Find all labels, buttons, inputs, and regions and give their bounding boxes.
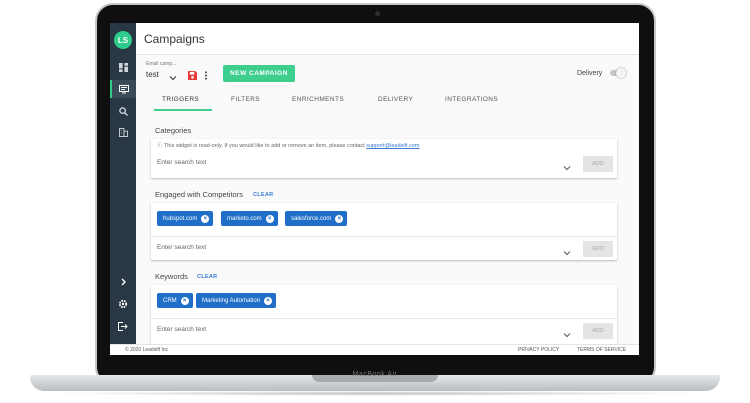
remove-chip-icon[interactable]: × <box>264 296 273 305</box>
categories-card: ⓘ This widget is read-only. If you would… <box>151 139 617 178</box>
top-bar: Campaigns <box>136 23 639 55</box>
tab-integrations[interactable]: INTEGRATIONS <box>445 96 498 103</box>
campaign-toolbar: Email camp... test NEW CAMPAIGN Delivery <box>136 56 639 88</box>
notice-text: This widget is read-only. If you would l… <box>163 143 367 149</box>
chip-marketo[interactable]: marketo.com × <box>221 211 278 226</box>
keywords-add-button[interactable]: ADD <box>583 323 613 339</box>
chip-label: marketo.com <box>227 215 262 222</box>
page-title: Campaigns <box>144 32 205 46</box>
new-campaign-button[interactable]: NEW CAMPAIGN <box>223 65 295 82</box>
keywords-search-input[interactable]: Enter search text <box>157 326 206 333</box>
keywords-title: Keywords <box>155 272 188 281</box>
chevron-down-icon[interactable] <box>169 69 177 87</box>
competitors-search-input[interactable]: Enter search text <box>157 244 206 251</box>
remove-chip-icon[interactable]: × <box>265 214 274 223</box>
keywords-clear-button[interactable]: CLEAR <box>197 274 217 280</box>
footer: © 2020 Leadsift Inc PRIVACY POLICY TERMS… <box>110 344 639 355</box>
toggle-knob <box>616 68 626 78</box>
tab-delivery[interactable]: DELIVERY <box>378 96 413 103</box>
model-label: MacBook Air <box>352 371 398 378</box>
info-icon: ⓘ <box>157 143 164 149</box>
campaigns-icon[interactable] <box>110 80 136 98</box>
tab-triggers[interactable]: TRIGGERS <box>162 96 199 103</box>
categories-title: Categories <box>155 126 192 135</box>
chip-marketing-automation[interactable]: Marketing Automation × <box>196 293 277 308</box>
save-icon[interactable] <box>188 67 197 85</box>
delivery-toggle[interactable] <box>610 68 626 78</box>
logout-icon[interactable] <box>110 317 136 335</box>
chevron-down-icon[interactable] <box>563 326 571 344</box>
laptop-shadow <box>40 391 710 396</box>
active-tab-indicator <box>154 109 212 111</box>
chevron-down-icon[interactable] <box>563 244 571 262</box>
chip-label: Marketing Automation <box>202 297 261 304</box>
competitors-title: Engaged with Competitors <box>155 190 243 199</box>
chip-label: CRM <box>163 297 177 304</box>
business-icon[interactable] <box>110 123 136 141</box>
chip-salesforce[interactable]: salesforce.com × <box>285 211 348 226</box>
sidebar: LS <box>110 23 136 355</box>
campaign-select-label: Email camp... <box>146 61 177 67</box>
support-email-link[interactable]: support@leadsift.com <box>366 143 419 149</box>
more-vert-icon[interactable] <box>204 67 208 85</box>
competitors-add-button[interactable]: ADD <box>583 241 613 257</box>
chevron-right-icon[interactable] <box>110 273 136 291</box>
webcam-icon <box>375 11 380 16</box>
dashboard-icon[interactable] <box>110 58 136 76</box>
competitors-clear-button[interactable]: CLEAR <box>253 192 273 198</box>
triggers-panel: Categories ⓘ This widget is read-only. I… <box>136 112 639 344</box>
chip-label: salesforce.com <box>291 215 332 222</box>
delivery-toggle-label: Delivery <box>577 70 603 77</box>
search-icon[interactable] <box>110 102 136 120</box>
chip-hubspot[interactable]: hubspot.com × <box>157 211 214 226</box>
app-screen: LS Campaigns Email camp... test NEW CAMP… <box>110 23 639 355</box>
chip-crm[interactable]: CRM × <box>157 293 193 308</box>
privacy-policy-link[interactable]: PRIVACY POLICY <box>518 347 559 353</box>
remove-chip-icon[interactable]: × <box>180 296 189 305</box>
remove-chip-icon[interactable]: × <box>335 214 344 223</box>
read-only-notice: ⓘ This widget is read-only. If you would… <box>157 141 420 149</box>
competitors-card: hubspot.com × marketo.com × salesforce.com… <box>151 203 617 260</box>
keywords-card: CRM × Marketing Automation × Enter search … <box>151 285 617 344</box>
tab-filters[interactable]: FILTERS <box>231 96 260 103</box>
categories-search-input[interactable]: Enter search text <box>157 159 206 166</box>
campaign-select[interactable]: test <box>146 70 159 79</box>
remove-chip-icon[interactable]: × <box>201 214 210 223</box>
categories-add-button[interactable]: ADD <box>583 156 613 172</box>
gear-icon[interactable] <box>110 295 136 313</box>
tab-enrichments[interactable]: ENRICHMENTS <box>292 96 344 103</box>
divider <box>151 318 617 319</box>
laptop-frame: MacBook Air LS Campaigns Email camp... t… <box>0 0 750 403</box>
app-logo[interactable]: LS <box>114 31 132 49</box>
divider <box>151 236 617 237</box>
chevron-down-icon[interactable] <box>563 159 571 177</box>
campaign-tabs: TRIGGERS FILTERS ENRICHMENTS DELIVERY IN… <box>136 89 639 111</box>
copyright-text: © 2020 Leadsift Inc <box>125 347 169 353</box>
chip-label: hubspot.com <box>163 215 198 222</box>
terms-of-service-link[interactable]: TERMS OF SERVICE <box>577 347 626 353</box>
